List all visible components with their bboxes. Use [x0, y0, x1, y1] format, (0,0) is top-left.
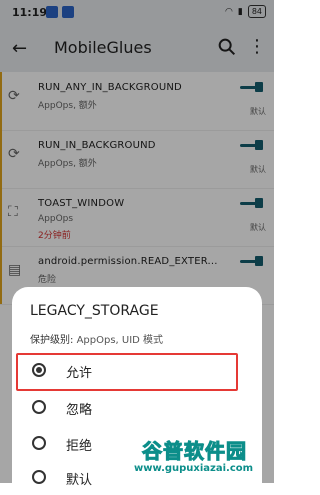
dialog-subtitle: 保护级别: AppOps, UID 模式 [30, 331, 163, 346]
option-ignore[interactable]: 忽略 [12, 391, 262, 425]
option-label: 忽略 [66, 403, 93, 418]
watermark-url: www.gupuxiazai.com [132, 463, 256, 474]
radio-button[interactable] [32, 400, 46, 414]
protection-level-value: AppOps, UID 模式 [76, 335, 164, 346]
selection-highlight-box [16, 353, 238, 391]
option-label: 拒绝 [66, 439, 93, 454]
radio-button[interactable] [32, 470, 46, 484]
option-label: 默认 [66, 473, 93, 488]
radio-button[interactable] [32, 436, 46, 450]
watermark: 谷普软件园 www.gupuxiazai.com [132, 435, 272, 481]
protection-level-label: 保护级别: [30, 335, 74, 346]
watermark-brand: 谷普软件园 [142, 439, 247, 464]
dialog-title: LEGACY_STORAGE [30, 303, 159, 319]
